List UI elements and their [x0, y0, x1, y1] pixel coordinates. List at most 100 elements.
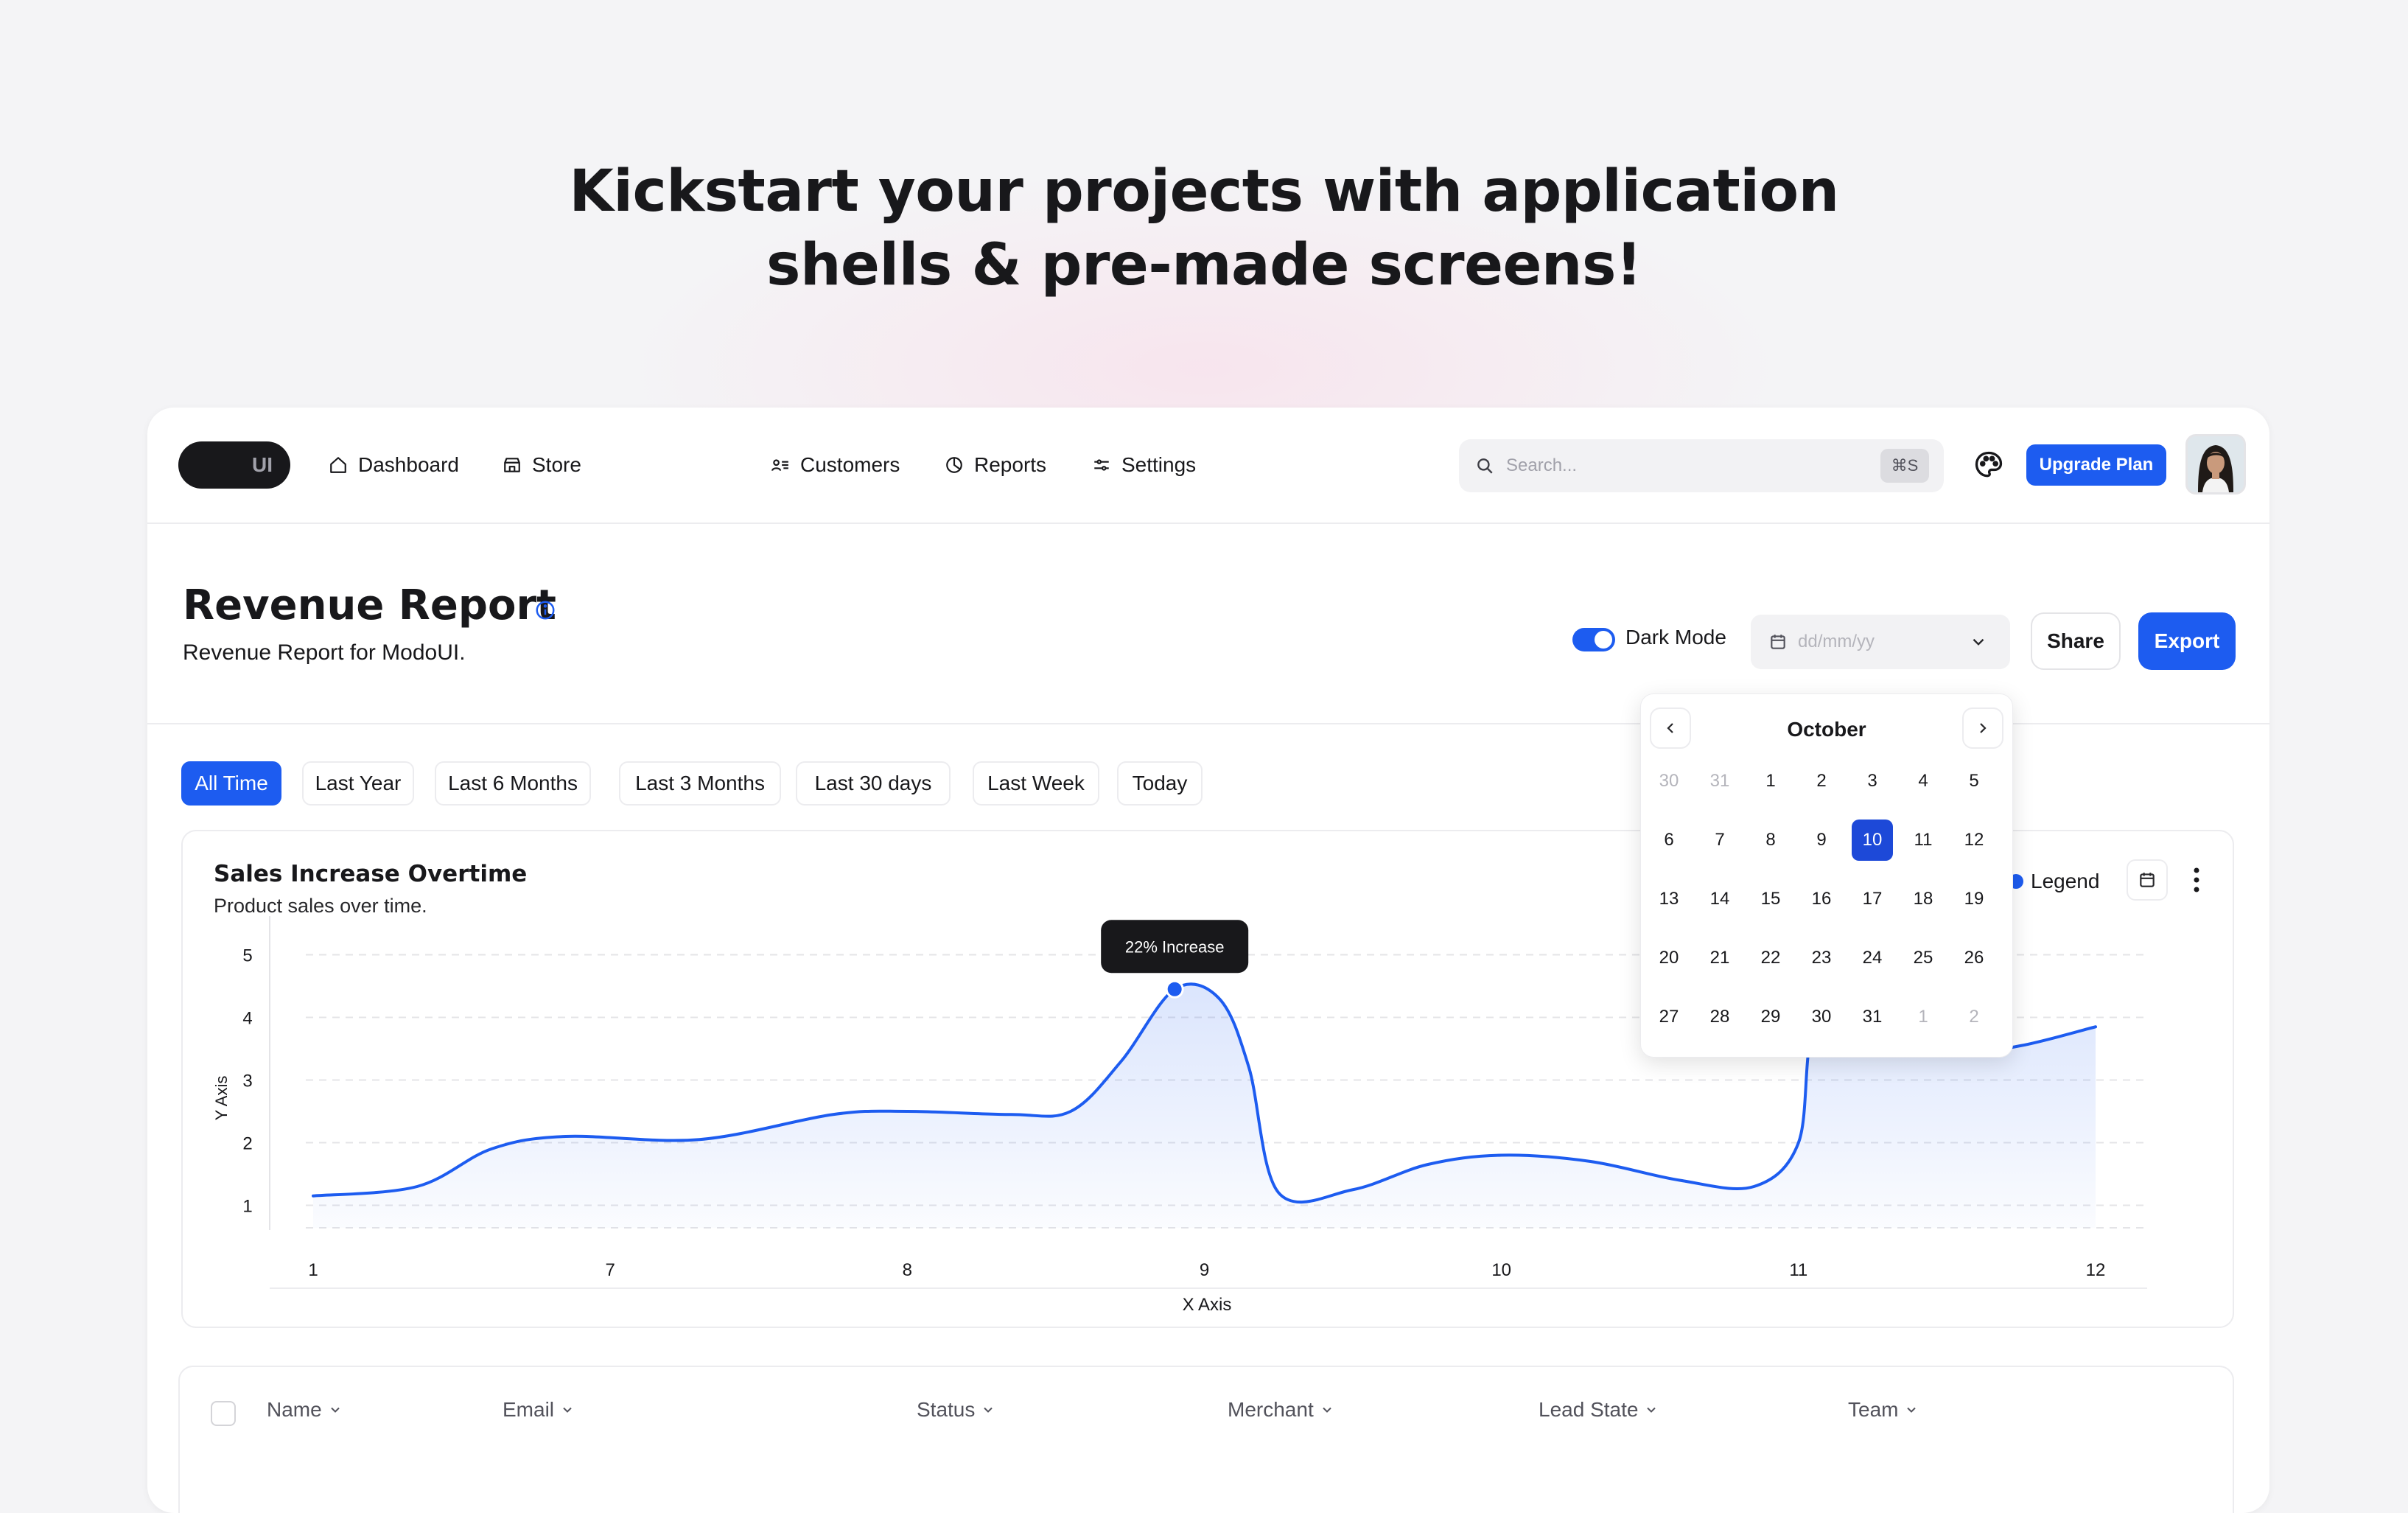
calendar-day[interactable]: 25 — [1903, 937, 1944, 979]
dark-mode-toggle[interactable] — [1572, 628, 1615, 651]
calendar-day[interactable]: 26 — [1953, 937, 1995, 979]
calendar-day[interactable]: 23 — [1801, 937, 1842, 979]
filter-last-year[interactable]: Last Year — [302, 761, 414, 806]
calendar-day[interactable]: 1 — [1750, 761, 1791, 802]
column-header-status[interactable]: Status — [917, 1398, 995, 1422]
x-tick-label: 8 — [903, 1260, 912, 1280]
calendar-day[interactable]: 30 — [1801, 996, 1842, 1038]
calendar-day[interactable]: 15 — [1750, 878, 1791, 920]
calendar-day[interactable]: 8 — [1750, 820, 1791, 861]
palette-icon[interactable] — [1970, 447, 2007, 483]
search-shortcut-badge: ⌘S — [1880, 449, 1929, 483]
calendar-day[interactable]: 13 — [1648, 878, 1690, 920]
share-button[interactable]: Share — [2031, 612, 2121, 670]
calendar-day[interactable]: 7 — [1699, 820, 1740, 861]
x-tick-label: 11 — [1789, 1260, 1807, 1280]
hero-heading: Kickstart your projects with application… — [0, 155, 2408, 302]
column-header-merchant[interactable]: Merchant — [1228, 1398, 1334, 1422]
chevron-down-icon — [1907, 1407, 1917, 1413]
calendar-day[interactable]: 19 — [1953, 878, 1995, 920]
filter-today[interactable]: Today — [1117, 761, 1203, 806]
filter-last-6-months[interactable]: Last 6 Months — [435, 761, 591, 806]
calendar-day[interactable]: 4 — [1903, 761, 1944, 802]
page-title: Revenue Report — [183, 581, 556, 629]
column-header-name[interactable]: Name — [267, 1398, 343, 1422]
calendar-next-button[interactable] — [1962, 707, 2003, 749]
column-header-label: Team — [1848, 1398, 1899, 1421]
info-icon[interactable] — [534, 599, 556, 621]
search-input[interactable] — [1505, 455, 1861, 477]
nav-item-label: Settings — [1121, 453, 1197, 476]
filter-last-3-months[interactable]: Last 3 Months — [619, 761, 781, 806]
y-axis-label: Y Axis — [212, 1076, 231, 1121]
logo[interactable]: UI — [178, 441, 290, 489]
x-tick-label: 10 — [1491, 1260, 1511, 1280]
search-icon — [1477, 458, 1493, 474]
calendar-day[interactable]: 31 — [1852, 996, 1893, 1038]
chevron-down-icon — [984, 1407, 993, 1413]
calendar-day[interactable]: 18 — [1903, 878, 1944, 920]
column-header-email[interactable]: Email — [503, 1398, 575, 1422]
hero-line-2: shells & pre-made screens! — [766, 232, 1642, 298]
calendar-day[interactable]: 6 — [1648, 820, 1690, 861]
calendar-day[interactable]: 29 — [1750, 996, 1791, 1038]
nav-item-customers[interactable]: Customers — [771, 449, 900, 481]
page-subtitle: Revenue Report for ModoUI. — [183, 640, 466, 665]
x-tick-label: 12 — [2086, 1260, 2106, 1280]
column-header-team[interactable]: Team — [1848, 1398, 1919, 1422]
calendar-day[interactable]: 24 — [1852, 937, 1893, 979]
calendar-day[interactable]: 22 — [1750, 937, 1791, 979]
nav-item-settings[interactable]: Settings — [1092, 449, 1196, 481]
chevron-down-icon — [1973, 638, 1984, 646]
calendar-day[interactable]: 3 — [1852, 761, 1893, 802]
tooltip-text: 22% Increase — [1125, 937, 1225, 956]
calendar-day[interactable]: 16 — [1801, 878, 1842, 920]
date-input[interactable] — [1796, 631, 1969, 653]
store-icon — [504, 458, 520, 472]
chevron-down-icon — [1647, 1407, 1656, 1413]
calendar-day[interactable]: 20 — [1648, 937, 1690, 979]
calendar-day[interactable]: 31 — [1699, 761, 1740, 802]
calendar-day[interactable]: 5 — [1953, 761, 1995, 802]
upgrade-plan-button[interactable]: Upgrade Plan — [2026, 444, 2166, 486]
column-header-lead-state[interactable]: Lead State — [1539, 1398, 1659, 1422]
x-tick-label: 9 — [1200, 1260, 1209, 1280]
nav-item-reports[interactable]: Reports — [945, 449, 1046, 481]
select-all-checkbox[interactable] — [211, 1401, 236, 1426]
export-button[interactable]: Export — [2138, 612, 2236, 670]
filter-last-week[interactable]: Last Week — [973, 761, 1099, 806]
data-table: Name Email Status Merchant Lead State Te… — [178, 1366, 2234, 1513]
nav-item-store[interactable]: Store — [503, 449, 581, 481]
pie-chart-icon — [946, 457, 962, 473]
highlight-point[interactable] — [1165, 979, 1184, 999]
top-navbar: UI Dashboard Store Customers Reports Set… — [147, 408, 2269, 524]
column-header-label: Name — [267, 1398, 322, 1421]
x-axis-label: X Axis — [1183, 1295, 1232, 1315]
y-tick-label: 2 — [242, 1134, 252, 1154]
nav-item-dashboard[interactable]: Dashboard — [329, 449, 459, 481]
calendar-day[interactable]: 10 — [1852, 820, 1893, 861]
calendar-day[interactable]: 21 — [1699, 937, 1740, 979]
calendar-day[interactable]: 27 — [1648, 996, 1690, 1038]
calendar-day[interactable]: 17 — [1852, 878, 1893, 920]
calendar-day[interactable]: 14 — [1699, 878, 1740, 920]
chevron-right-icon — [1980, 723, 1987, 733]
calendar-day[interactable]: 12 — [1953, 820, 1995, 861]
calendar-day[interactable]: 11 — [1903, 820, 1944, 861]
filter-last-30-days[interactable]: Last 30 days — [796, 761, 951, 806]
hero-line-1: Kickstart your projects with application — [569, 158, 1839, 225]
chevron-down-icon — [1323, 1407, 1331, 1413]
calendar-day[interactable]: 28 — [1699, 996, 1740, 1038]
calendar-day[interactable]: 1 — [1903, 996, 1944, 1038]
calendar-day[interactable]: 9 — [1801, 820, 1842, 861]
customers-icon — [771, 459, 788, 471]
nav-item-label: Store — [532, 453, 581, 476]
calendar-day[interactable]: 2 — [1801, 761, 1842, 802]
calendar-day[interactable]: 2 — [1953, 996, 1995, 1038]
filter-all-time[interactable]: All Time — [181, 761, 281, 806]
search-box[interactable]: ⌘S — [1459, 439, 1944, 492]
date-picker[interactable] — [1751, 615, 2010, 669]
calendar-day[interactable]: 30 — [1648, 761, 1690, 802]
nav-item-label: Dashboard — [358, 453, 459, 476]
avatar[interactable] — [2185, 434, 2246, 495]
